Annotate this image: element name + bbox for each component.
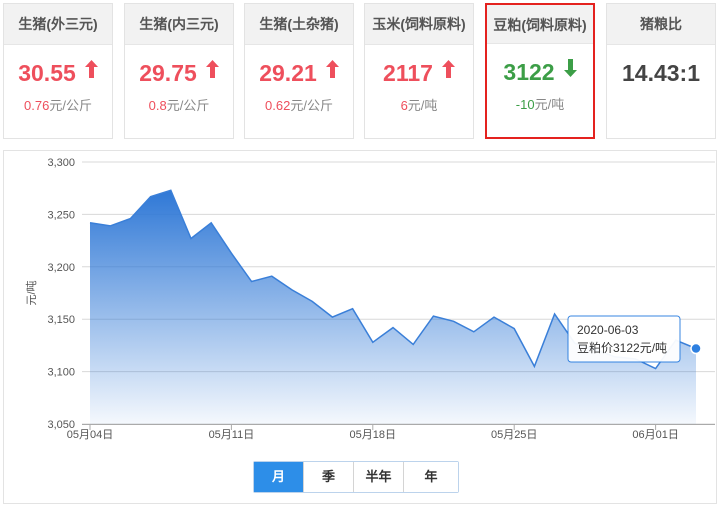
card-change: 0.62元/公斤 [245,95,353,114]
price-chart: 3,0503,1003,1503,2003,2503,300元/吨05月04日 0… [25,157,715,441]
price-card[interactable]: 生猪(内三元) 29.75 0.8元/公斤 [124,3,234,139]
card-change: 0.76元/公斤 [4,95,112,114]
card-price: 30.55 [4,59,112,87]
data-point [150,196,152,198]
data-point [493,316,495,318]
range-tabs: 月季半年年 [253,461,459,493]
arrow-up-icon [84,59,98,87]
y-tick-label: 3,100 [47,367,75,379]
card-title: 生猪(土杂猪) [245,4,353,45]
price-card[interactable]: 猪粮比 14.43:1 [606,3,716,139]
range-tab[interactable]: 年 [404,462,458,492]
data-point [109,225,111,227]
price-value: 29.75 [139,60,197,86]
price-card[interactable]: 豆粕(饲料原料) 3122 -10元/吨 [485,3,595,139]
range-tab[interactable]: 季 [304,462,354,492]
price-cards: 生猪(外三元) 30.55 0.76元/公斤 生猪(内三元) 29.75 0.8元/公斤生… [0,0,722,144]
arrow-up-icon [325,59,339,87]
range-tab[interactable]: 半年 [354,462,404,492]
card-price: 14.43:1 [607,59,715,87]
price-value: 29.21 [259,60,317,86]
data-point [291,289,293,291]
price-value: 14.43:1 [621,60,700,86]
x-tick-label: 06月01日 [632,429,678,441]
tooltip-date: 2020-06-03 [577,323,639,337]
price-card[interactable]: 玉米(饲料原料) 2117 6元/吨 [364,3,474,139]
data-point [331,316,333,318]
data-point [210,222,212,224]
x-tick-label: 05月18日 [350,429,396,441]
tooltip-value: 豆粕价3122元/吨 [577,340,667,355]
card-price: 2117 [365,59,473,87]
change-value: 0.76 [24,98,50,113]
x-tick-label: 05月25日 [491,429,537,441]
price-value: 3122 [503,59,555,85]
y-tick-label: 3,150 [47,314,75,326]
data-point [352,308,354,310]
data-point [190,238,192,240]
change-unit: 元/吨 [534,97,565,112]
data-point [412,343,414,345]
change-value: 0.62 [265,98,291,113]
card-price: 29.21 [245,59,353,87]
change-value: 6 [400,98,408,113]
card-price: 29.75 [125,59,233,87]
series-area [90,190,696,424]
x-tick-label: 05月04日 [67,429,113,441]
arrow-down-icon [563,58,577,86]
data-point [230,252,232,254]
data-point [655,367,657,369]
y-axis-label: 元/吨 [25,280,38,305]
data-point [432,315,434,317]
card-change: 6元/吨 [365,95,473,114]
price-card[interactable]: 生猪(外三元) 30.55 0.76元/公斤 [3,3,113,139]
y-tick-label: 3,200 [47,262,75,274]
x-tick-label: 05月11日 [209,429,255,441]
card-title: 猪粮比 [607,4,715,45]
data-point [473,331,475,333]
change-value: 0.8 [148,98,167,113]
chart-panel: 3,050 3,100 3,150 3,200 3,250 3,300 元/吨 05月04日 0… [3,150,717,504]
data-point [170,189,172,191]
data-point [533,365,535,367]
card-title: 玉米(饲料原料) [365,4,473,45]
price-card[interactable]: 生猪(土杂猪) 29.21 0.62元/公斤 [244,3,354,139]
card-change: -10元/吨 [487,94,593,113]
hover-point [690,342,702,355]
card-title: 生猪(内三元) [125,4,233,45]
data-point [251,280,253,282]
change-unit: 元/公斤 [290,98,333,113]
data-point [372,341,374,343]
change-unit: 元/公斤 [166,98,210,113]
card-title: 豆粕(饲料原料) [487,5,593,44]
arrow-up-icon [205,59,219,87]
data-point [453,320,455,322]
card-change: 0.8元/公斤 [125,95,233,114]
data-point [554,313,556,315]
data-point [392,327,394,329]
data-point [311,300,313,302]
y-tick-label: 3,300 [47,157,75,169]
arrow-up-icon [441,59,455,87]
card-title: 生猪(外三元) [4,4,112,45]
price-value: 2117 [383,60,433,86]
range-tab[interactable]: 月 [254,462,304,492]
price-value: 30.55 [18,60,76,86]
y-tick-label: 3,250 [47,209,75,221]
data-point [271,275,273,277]
card-price: 3122 [487,58,593,86]
change-unit: 元/公斤 [49,98,92,113]
change-unit: 元/吨 [407,98,438,113]
data-point [129,218,131,220]
data-point [513,328,515,330]
data-point [89,222,91,224]
change-value: -10 [515,97,535,112]
